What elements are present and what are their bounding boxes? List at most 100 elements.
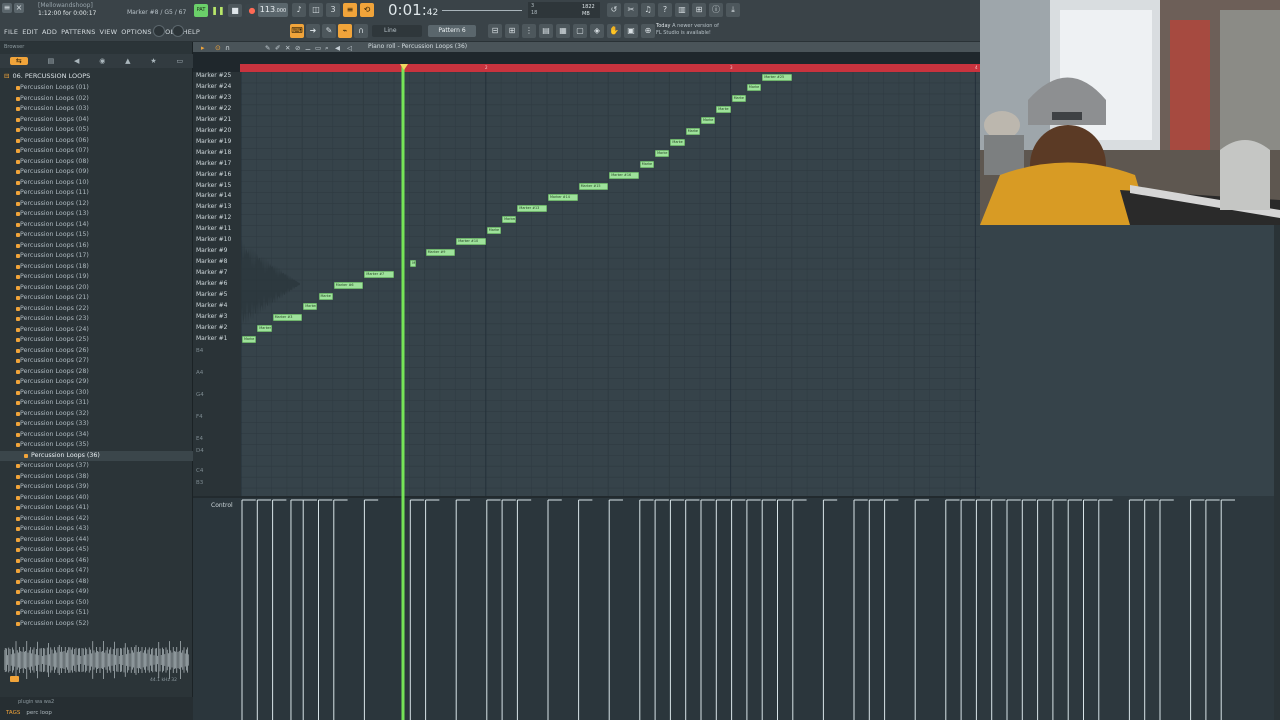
browser-item[interactable]: Percussion Loops (33) — [0, 419, 193, 430]
download-icon[interactable]: ⤓ — [726, 3, 740, 17]
help-icon[interactable]: ? — [658, 3, 672, 17]
browser-item[interactable]: Percussion Loops (49) — [0, 587, 193, 598]
note-14[interactable]: Marker #14 — [548, 193, 578, 201]
browser-item[interactable]: Percussion Loops (21) — [0, 293, 193, 304]
browser-item[interactable]: Percussion Loops (35) — [0, 440, 193, 451]
touch-controller-icon[interactable]: ✋ — [607, 24, 621, 38]
browser-icon[interactable]: ▦ — [556, 24, 570, 38]
undo-icon[interactable]: ↺ — [607, 3, 621, 17]
plugin-picker-icon[interactable]: ▢ — [573, 24, 587, 38]
browser-item[interactable]: Percussion Loops (06) — [0, 136, 193, 147]
browser-item[interactable]: Percussion Loops (28) — [0, 367, 193, 378]
playlist-icon[interactable]: ⊟ — [488, 24, 502, 38]
note-3[interactable]: Marker #3 — [272, 314, 303, 322]
velocity-bars[interactable] — [241, 498, 1280, 720]
browser-item[interactable]: Percussion Loops (26) — [0, 346, 193, 357]
master-volume-knob[interactable] — [153, 25, 165, 37]
note-16[interactable]: Marker #16 — [609, 172, 639, 180]
vertical-scrollbar[interactable] — [1274, 225, 1280, 720]
note-6[interactable]: Marker #6 — [333, 281, 364, 289]
browser-item[interactable]: Percussion Loops (52) — [0, 619, 193, 630]
browser-item[interactable]: Percussion Loops (29) — [0, 377, 193, 388]
menu-file[interactable]: FILE — [4, 28, 18, 36]
info-icon[interactable]: ⓘ — [709, 3, 723, 17]
browser-item[interactable]: Percussion Loops (50) — [0, 598, 193, 609]
menu-view[interactable]: VIEW — [100, 28, 118, 36]
current-project-icon[interactable]: ▤ — [48, 57, 55, 65]
sample-waveform[interactable] — [4, 640, 189, 680]
browser-item[interactable]: Percussion Loops (46) — [0, 556, 193, 567]
note-5[interactable]: Marke — [318, 292, 333, 300]
menu-options[interactable]: OPTIONS — [121, 28, 151, 36]
browser-item[interactable]: Percussion Loops (48) — [0, 577, 193, 588]
browser-item[interactable]: Percussion Loops (51) — [0, 608, 193, 619]
note-grid-extension[interactable] — [980, 225, 1280, 496]
browser-item[interactable]: Percussion Loops (10) — [0, 178, 193, 189]
browser-item[interactable]: Percussion Loops (34) — [0, 430, 193, 441]
browser-item[interactable]: Percussion Loops (18) — [0, 262, 193, 273]
browser-item-selected[interactable]: Percussion Loops (36) — [0, 450, 193, 461]
piano-keys[interactable]: Marker #25 Marker #24 Marker #23 Marker #22… — [193, 72, 241, 496]
browser-item[interactable]: Percussion Loops (40) — [0, 493, 193, 504]
browser-item[interactable]: Percussion Loops (08) — [0, 157, 193, 168]
tags-value[interactable]: perc loop — [26, 710, 52, 716]
master-pitch-knob[interactable] — [172, 25, 184, 37]
snap-icon[interactable]: ⌁ — [338, 24, 352, 38]
browser-item[interactable]: Percussion Loops (41) — [0, 503, 193, 514]
browser-item[interactable]: Percussion Loops (02) — [0, 94, 193, 105]
note-1[interactable]: Marke — [242, 336, 257, 344]
all-tab-icon[interactable]: ⇆ — [9, 57, 28, 65]
snap-mode-select[interactable]: Line — [372, 25, 422, 37]
plugin-icon[interactable]: ◉ — [99, 57, 105, 65]
tempo-display[interactable]: 113.000 — [258, 3, 288, 17]
note-22[interactable]: Marke — [716, 106, 731, 114]
browser-item[interactable]: Percussion Loops (37) — [0, 461, 193, 472]
browser-item[interactable]: Percussion Loops (22) — [0, 304, 193, 315]
channel-rack-icon[interactable]: ⋮ — [522, 24, 536, 38]
note-7[interactable]: Marker #7 — [364, 270, 394, 278]
note-8[interactable]: M — [410, 259, 417, 267]
master-volume-slider[interactable] — [442, 5, 522, 15]
menu-add[interactable]: ADD — [42, 28, 57, 36]
browser-item[interactable]: Percussion Loops (47) — [0, 566, 193, 577]
browser-item[interactable]: Percussion Loops (15) — [0, 230, 193, 241]
folder-icon[interactable]: ▭ — [176, 57, 183, 65]
blend-notes-icon[interactable]: ≡ — [343, 3, 357, 17]
loop-record-icon[interactable]: ⟲ — [360, 3, 374, 17]
browser-item[interactable]: Percussion Loops (05) — [0, 125, 193, 136]
note-23[interactable]: Marke — [731, 95, 746, 103]
note-11[interactable]: Marke — [486, 226, 502, 234]
pencil-icon[interactable]: ✎ — [322, 24, 336, 38]
close-icon[interactable]: × — [14, 3, 24, 13]
browser-item[interactable]: Percussion Loops (43) — [0, 524, 193, 535]
stop-button[interactable]: ■ — [228, 4, 242, 17]
browser-item[interactable]: Percussion Loops (25) — [0, 335, 193, 346]
browser-item[interactable]: Percussion Loops (39) — [0, 482, 193, 493]
note-25[interactable]: Marker #25 — [762, 73, 792, 81]
record-button[interactable]: ● — [245, 4, 259, 17]
countdown-icon[interactable]: 3 — [326, 3, 340, 17]
plugin-database-icon[interactable]: ▣ — [624, 24, 638, 38]
note-13[interactable]: Marker #13 — [517, 204, 547, 212]
browser-item[interactable]: Percussion Loops (44) — [0, 535, 193, 546]
menu-help[interactable]: HELP — [183, 28, 200, 36]
browser-item[interactable]: Percussion Loops (16) — [0, 241, 193, 252]
typing-keyboard-icon[interactable]: ⌨ — [290, 24, 304, 38]
note-2[interactable]: Marker — [257, 325, 272, 333]
browser-item[interactable]: Percussion Loops (04) — [0, 115, 193, 126]
note-21[interactable]: Marke — [701, 117, 716, 125]
browser-item[interactable]: Percussion Loops (17) — [0, 251, 193, 262]
browser-item[interactable]: Percussion Loops (07) — [0, 146, 193, 157]
note-10[interactable]: Marker #10 — [456, 237, 486, 245]
browser-item[interactable]: Percussion Loops (38) — [0, 472, 193, 483]
browser-item[interactable]: Percussion Loops (30) — [0, 388, 193, 399]
browser-item[interactable]: Percussion Loops (31) — [0, 398, 193, 409]
note-grid[interactable]: Marke Marker Marker #3 Marker Marke Marker #6… — [241, 72, 980, 496]
note-20[interactable]: Marke — [685, 128, 700, 136]
browser-item[interactable]: Percussion Loops (12) — [0, 199, 193, 210]
browser-item[interactable]: Percussion Loops (19) — [0, 272, 193, 283]
browser-item[interactable]: Percussion Loops (14) — [0, 220, 193, 231]
favorite-icon[interactable]: ★ — [150, 57, 156, 65]
mixer-icon[interactable]: ▥ — [675, 3, 689, 17]
browser-item[interactable]: Percussion Loops (13) — [0, 209, 193, 220]
